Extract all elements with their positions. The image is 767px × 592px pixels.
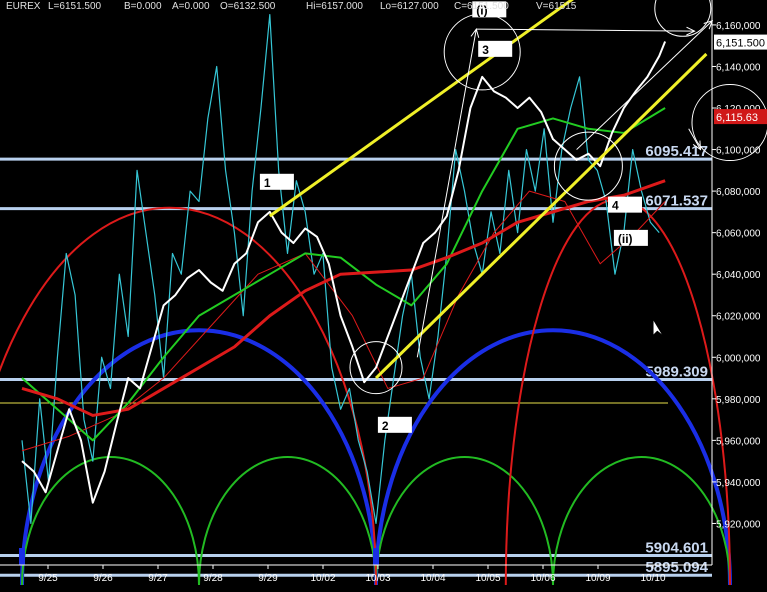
x-tick-label-6: 10/03 bbox=[365, 573, 390, 584]
header-symbol: EUREX bbox=[6, 1, 41, 12]
chart-area[interactable]: 6095.417 6071.537 5989.309 5904.601 5895.094… bbox=[0, 0, 767, 587]
wave-label-3: 4 bbox=[612, 199, 619, 213]
y-tick-label-0: 6,160,000 bbox=[716, 21, 761, 32]
y-tick-label-5: 6,060,000 bbox=[716, 229, 761, 240]
x-tick-label-3: 9/28 bbox=[203, 573, 223, 584]
level-label-1: 6071.537 bbox=[645, 193, 708, 210]
wave-label-0: 1 bbox=[264, 176, 271, 190]
header-last: L=6151.500 bbox=[48, 1, 102, 12]
cycle-low-marker-0 bbox=[19, 548, 25, 565]
x-tick-label-2: 9/27 bbox=[148, 573, 168, 584]
wave-label-5: (ii) bbox=[618, 232, 633, 246]
y-tick-label-1: 6,140,000 bbox=[716, 62, 761, 73]
wave-label-2: 3 bbox=[482, 43, 489, 57]
y-tick-label-10: 5,960,000 bbox=[716, 436, 761, 447]
y-tick-label-12: 5,920,000 bbox=[716, 519, 761, 530]
header-high: Hi=6157.000 bbox=[306, 1, 363, 12]
header-low: Lo=6127.000 bbox=[380, 1, 439, 12]
header-volume: V=61515 bbox=[536, 1, 577, 12]
x-tick-label-8: 10/05 bbox=[475, 573, 500, 584]
x-tick-label-11: 10/10 bbox=[640, 573, 665, 584]
y-tick-label-11: 5,940,000 bbox=[716, 478, 761, 489]
red-price-label: 6,115.63 bbox=[716, 112, 758, 124]
y-tick-label-4: 6,080,000 bbox=[716, 187, 761, 198]
header-close: C=6151.500 bbox=[454, 1, 509, 12]
level-label-3: 5904.601 bbox=[645, 539, 708, 556]
x-tick-label-7: 10/04 bbox=[420, 573, 445, 584]
y-tick-label-3: 6,100,000 bbox=[716, 146, 761, 157]
y-tick-label-6: 6,040,000 bbox=[716, 270, 761, 281]
last-price-label: 6,151.500 bbox=[716, 38, 765, 50]
y-tick-label-9: 5,980,000 bbox=[716, 395, 761, 406]
y-tick-label-8: 6,000,000 bbox=[716, 353, 761, 364]
header-bid: B=0.000 bbox=[124, 1, 162, 12]
level-lines: 6095.4176071.5375989.3095904.6015895.094 bbox=[0, 0, 767, 587]
wave-label-1: 2 bbox=[382, 419, 389, 433]
x-tick-label-9: 10/06 bbox=[530, 573, 555, 584]
x-tick-label-4: 9/29 bbox=[258, 573, 278, 584]
x-tick-label-10: 10/09 bbox=[585, 573, 610, 584]
header-open: O=6132.500 bbox=[220, 1, 276, 12]
chart-svg: 6095.4176071.5375989.3095904.6015895.094… bbox=[0, 0, 767, 587]
cycle-low-marker-1 bbox=[373, 548, 379, 565]
y-tick-label-7: 6,020,000 bbox=[716, 312, 761, 323]
chart-background bbox=[0, 0, 767, 587]
x-tick-label-1: 9/26 bbox=[93, 573, 113, 584]
x-tick-label-0: 9/25 bbox=[38, 573, 58, 584]
header-ask: A=0.000 bbox=[172, 1, 210, 12]
x-tick-label-5: 10/02 bbox=[310, 573, 335, 584]
